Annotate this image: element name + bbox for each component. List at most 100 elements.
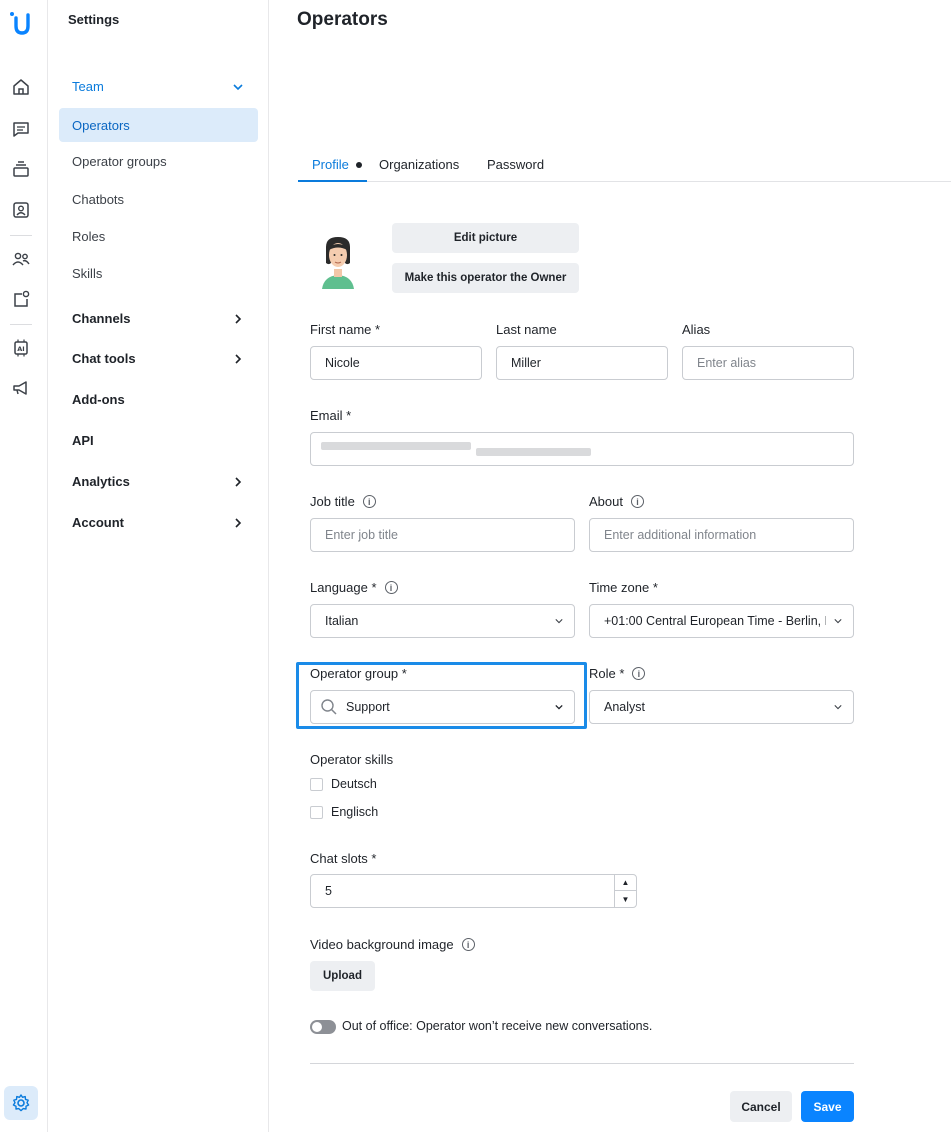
checkbox[interactable]	[310, 777, 323, 791]
nav-group-chat-tools-label: Chat tools	[72, 351, 136, 366]
nav-group-account[interactable]: Account	[72, 515, 244, 530]
job-title-label: Job title i	[310, 494, 376, 509]
nav-item-operator-groups[interactable]: Operator groups	[72, 154, 167, 169]
timezone-value: +01:00 Central European Time - Berlin, R	[604, 614, 826, 628]
page-title: Operators	[297, 9, 388, 30]
edit-picture-button[interactable]: Edit picture	[392, 223, 579, 253]
skill-englisch[interactable]: Englisch	[310, 805, 378, 819]
skill-label: Englisch	[331, 805, 379, 819]
settings-nav: Settings Team Operators Operator groups …	[48, 0, 269, 1132]
language-label: Language * i	[310, 580, 398, 595]
cancel-button[interactable]: Cancel	[730, 1091, 792, 1122]
blurred-email	[321, 442, 471, 450]
last-name-label: Last name	[496, 322, 557, 337]
nav-item-addons-label: Add-ons	[72, 392, 125, 407]
settings-icon[interactable]	[4, 1086, 38, 1120]
home-icon[interactable]	[10, 76, 32, 98]
logo-icon[interactable]	[7, 9, 35, 37]
last-name-field[interactable]: Miller	[496, 346, 668, 380]
chevron-down-icon	[834, 619, 842, 624]
tab-profile[interactable]: Profile	[298, 150, 367, 182]
chat-slots-value: 5	[325, 884, 332, 898]
operator-skills-label: Operator skills	[310, 752, 394, 767]
nav-group-chat-tools[interactable]: Chat tools	[72, 351, 244, 366]
search-icon	[321, 699, 337, 715]
chevron-right-icon	[235, 353, 242, 364]
chat-icon[interactable]	[10, 118, 32, 140]
chevron-down-icon	[555, 704, 563, 710]
first-name-field[interactable]: Nicole	[310, 346, 482, 380]
nav-group-channels[interactable]: Channels	[72, 311, 244, 326]
chat-slots-stepper[interactable]: ▲ ▼	[614, 875, 636, 907]
job-title-label-text: Job title	[310, 494, 355, 509]
role-value: Analyst	[604, 700, 645, 714]
alias-label: Alias	[682, 322, 711, 337]
about-label: About i	[589, 494, 644, 509]
operator-avatar	[316, 233, 360, 289]
nav-title: Settings	[68, 12, 120, 27]
role-label: Role * i	[589, 666, 646, 681]
email-label: Email *	[310, 408, 352, 423]
video-bg-label-text: Video background image	[310, 937, 454, 952]
chevron-down-icon	[233, 83, 243, 90]
operator-group-label: Operator group *	[310, 666, 407, 681]
ai-icon[interactable]: AI	[10, 337, 32, 359]
make-owner-button[interactable]: Make this operator the Owner	[392, 263, 579, 293]
nav-group-team[interactable]: Team	[72, 79, 244, 94]
role-select[interactable]: Analyst	[589, 690, 854, 724]
nav-item-roles[interactable]: Roles	[72, 229, 105, 244]
nav-group-channels-label: Channels	[72, 311, 131, 326]
stepper-down-icon[interactable]: ▼	[615, 891, 636, 907]
profile-tabs: Profile Organizations Password	[298, 150, 951, 182]
language-value: Italian	[325, 614, 359, 628]
chevron-right-icon	[235, 313, 242, 324]
email-field[interactable]	[310, 432, 854, 466]
team-icon[interactable]	[10, 248, 32, 270]
divider	[310, 1063, 854, 1064]
tab-organizations[interactable]: Organizations	[379, 150, 459, 182]
svg-text:AI: AI	[17, 345, 24, 353]
language-select[interactable]: Italian	[310, 604, 575, 638]
integrations-icon[interactable]	[10, 288, 32, 310]
info-icon[interactable]: i	[632, 667, 646, 680]
info-icon[interactable]: i	[362, 495, 376, 508]
upload-button[interactable]: Upload	[310, 961, 375, 991]
skill-deutsch[interactable]: Deutsch	[310, 777, 377, 791]
operator-group-value: Support	[346, 700, 390, 714]
nav-group-team-label: Team	[72, 79, 104, 94]
nav-item-operators[interactable]: Operators	[59, 108, 258, 142]
video-bg-label: Video background image i	[310, 937, 475, 952]
about-field[interactable]: Enter additional information	[589, 518, 854, 552]
timezone-select[interactable]: +01:00 Central European Time - Berlin, R	[589, 604, 854, 638]
campaigns-icon[interactable]	[10, 377, 32, 399]
alias-field[interactable]: Enter alias	[682, 346, 854, 380]
operator-group-select[interactable]: Support	[310, 690, 575, 724]
nav-item-skills[interactable]: Skills	[72, 266, 102, 281]
nav-item-addons[interactable]: Add-ons	[72, 392, 244, 407]
icon-rail: AI	[0, 0, 48, 1132]
job-title-field[interactable]: Enter job title	[310, 518, 575, 552]
info-icon[interactable]: i	[384, 581, 398, 594]
nav-item-api-label: API	[72, 433, 94, 448]
inbox-icon[interactable]	[10, 158, 32, 180]
about-label-text: About	[589, 494, 623, 509]
nav-group-analytics[interactable]: Analytics	[72, 474, 244, 489]
chat-slots-input[interactable]: 5	[310, 874, 637, 908]
checkbox[interactable]	[310, 805, 323, 819]
stepper-up-icon[interactable]: ▲	[615, 875, 636, 891]
chevron-right-icon	[235, 476, 242, 487]
nav-item-chatbots[interactable]: Chatbots	[72, 192, 124, 207]
nav-group-analytics-label: Analytics	[72, 474, 130, 489]
info-icon[interactable]: i	[461, 938, 475, 951]
tab-password[interactable]: Password	[487, 150, 544, 182]
info-icon[interactable]: i	[630, 495, 644, 508]
timezone-label: Time zone *	[589, 580, 658, 595]
nav-item-api[interactable]: API	[72, 433, 244, 448]
unsaved-dot-icon	[355, 162, 362, 168]
out-of-office-toggle[interactable]	[310, 1020, 336, 1034]
main-content: Operators Profile Organizations Password…	[269, 0, 951, 1132]
contacts-icon[interactable]	[10, 199, 32, 221]
nav-group-account-label: Account	[72, 515, 124, 530]
chevron-right-icon	[235, 517, 242, 528]
save-button[interactable]: Save	[801, 1091, 854, 1122]
